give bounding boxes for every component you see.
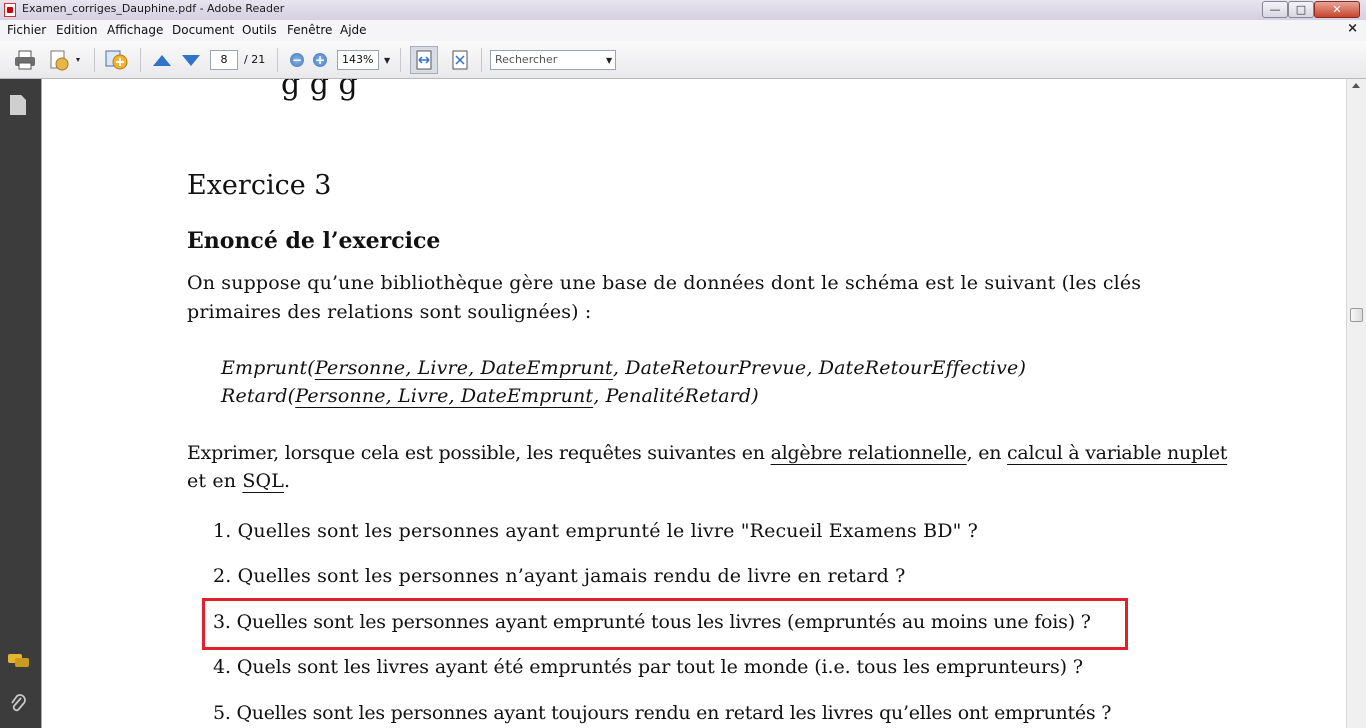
previous-page-button[interactable]	[150, 48, 174, 72]
page-thumbnails-icon[interactable]	[10, 95, 26, 115]
title-bar: Examen_corriges_Dauphine.pdf - Adobe Rea…	[0, 0, 1366, 21]
toolbar: 8 / 21 − + 143% ▼ Rechercher ▼	[0, 41, 1366, 79]
comments-icon[interactable]	[8, 654, 30, 668]
express-line-1: Exprimer, lorsque cela est possible, les…	[187, 442, 1228, 464]
minimize-icon: —	[1269, 3, 1281, 16]
maximize-button[interactable]: □	[1288, 1, 1314, 18]
fit-page-icon	[452, 50, 468, 70]
attachment-icon[interactable]	[10, 694, 26, 716]
close-icon: ✕	[1332, 3, 1342, 16]
pdf-app-icon	[4, 3, 16, 17]
menu-document[interactable]: Document	[172, 23, 234, 37]
schema-retard: Retard(Personne, Livre, DateEmprunt, Pen…	[221, 385, 759, 407]
schema-emprunt: Emprunt(Personne, Livre, DateEmprunt, Da…	[221, 357, 1027, 379]
question-5: 5. Quelles sont les personnes ayant touj…	[213, 702, 1112, 724]
print-button[interactable]	[13, 48, 37, 72]
zoom-out-button[interactable]: −	[285, 48, 309, 72]
intro-line-1: On suppose qu’une bibliothèque gère une …	[187, 272, 1142, 294]
express-line-2: et en SQL.	[187, 470, 291, 492]
window-title: Examen_corriges_Dauphine.pdf - Adobe Rea…	[22, 2, 285, 15]
zoom-input[interactable]: 143%	[337, 50, 379, 70]
menu-bar: Fichier Edition Affichage Document Outil…	[0, 20, 1366, 42]
navigation-pane	[0, 79, 41, 728]
document-view[interactable]: g g g Exercice 3 Enoncé de l’exercice On…	[41, 79, 1346, 728]
question-3-highlight-box	[202, 598, 1128, 650]
menu-fenetre[interactable]: Fenêtre	[287, 23, 332, 37]
menu-affichage[interactable]: Affichage	[107, 23, 163, 37]
total-pages: / 21	[244, 53, 266, 66]
next-page-button[interactable]	[179, 48, 203, 72]
fit-width-icon	[416, 50, 432, 70]
menu-edition[interactable]: Edition	[56, 23, 98, 37]
scrollbar-thumb[interactable]	[1350, 308, 1363, 322]
section-title: Enoncé de l’exercice	[187, 228, 441, 254]
printer-icon	[15, 50, 35, 70]
zoom-dropdown-icon[interactable]: ▼	[384, 56, 390, 65]
collaborate-icon	[105, 50, 128, 70]
page-number-input[interactable]: 8	[210, 50, 238, 70]
menu-fichier[interactable]: Fichier	[7, 23, 46, 37]
fit-page-button[interactable]	[448, 48, 472, 72]
arrow-up-icon	[153, 54, 171, 66]
sync-button[interactable]	[103, 48, 131, 72]
intro-line-2: primaires des relations sont soulignées)…	[187, 301, 592, 323]
question-2: 2. Quelles sont les personnes n’ayant ja…	[213, 565, 906, 587]
previous-content-fragment: g g g	[281, 79, 358, 102]
menu-aide[interactable]: Ajde	[340, 23, 367, 37]
maximize-icon: □	[1295, 3, 1307, 16]
fit-width-button[interactable]	[410, 46, 438, 74]
scroll-up-icon[interactable]	[1352, 83, 1360, 88]
zoom-in-icon: +	[313, 53, 327, 67]
exercise-title: Exercice 3	[187, 170, 332, 201]
arrow-down-icon	[182, 54, 200, 66]
zoom-out-icon: −	[290, 53, 304, 67]
search-input[interactable]: Rechercher	[490, 50, 616, 70]
menu-outils[interactable]: Outils	[242, 23, 277, 37]
close-window-button[interactable]: ✕	[1314, 1, 1360, 18]
close-document-icon[interactable]: ×	[1347, 21, 1358, 36]
zoom-in-button[interactable]: +	[308, 48, 332, 72]
question-4: 4. Quels sont les livres ayant été empru…	[213, 656, 1083, 678]
vertical-scrollbar[interactable]	[1346, 79, 1366, 728]
question-1: 1. Quelles sont les personnes ayant empr…	[213, 520, 979, 542]
minimize-button[interactable]: —	[1262, 1, 1288, 18]
share-button[interactable]	[48, 48, 84, 72]
search-dropdown-icon[interactable]: ▼	[606, 56, 612, 65]
share-pdf-icon	[50, 50, 80, 71]
